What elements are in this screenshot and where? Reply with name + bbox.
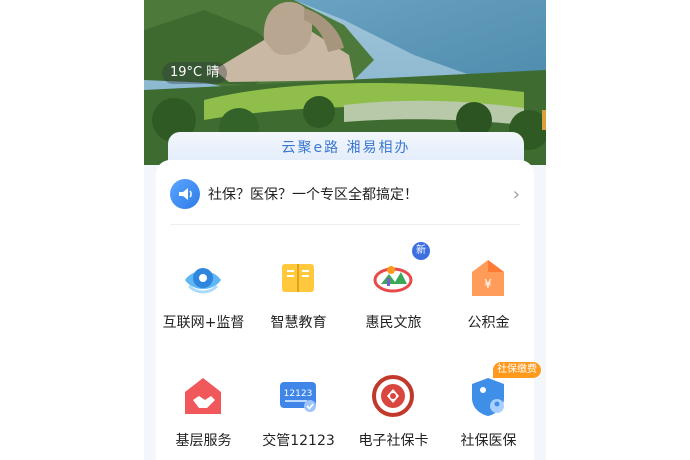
- service-label: 基层服务: [175, 433, 232, 449]
- social-security-card-icon: [371, 374, 415, 418]
- phone-screen: 19°C 晴 云聚e路 湘易相办 社保？医保？一个专区全都搞定！ › 互联网+监…: [144, 0, 546, 460]
- service-smart-education[interactable]: 智慧教育: [251, 236, 346, 346]
- eye-shield-icon: [181, 256, 225, 300]
- service-label: 互联网+监督: [162, 315, 245, 331]
- service-medical-insurance[interactable]: 社保缴费 社保医保: [441, 354, 541, 460]
- weather-widget: 19°C 晴: [162, 62, 228, 84]
- divider: [170, 224, 520, 225]
- svg-text:¥: ¥: [484, 277, 492, 291]
- services-card: 社保？医保？一个专区全都搞定！ › 互联网+监督 智慧教育 新 惠民文旅 ¥ 公…: [156, 160, 541, 460]
- service-label: 公积金: [467, 315, 510, 331]
- service-label: 惠民文旅: [365, 315, 422, 331]
- service-grassroots[interactable]: 基层服务: [156, 354, 251, 460]
- service-internet-supervision[interactable]: 互联网+监督: [156, 236, 251, 346]
- service-traffic-12123[interactable]: 12123 交管12123: [251, 354, 346, 460]
- service-e-social-security-card[interactable]: 电子社保卡: [346, 354, 441, 460]
- service-culture-tourism[interactable]: 新 惠民文旅: [346, 236, 441, 346]
- service-label: 电子社保卡: [358, 433, 429, 449]
- book-icon: [276, 256, 320, 300]
- speaker-icon: [170, 179, 200, 209]
- culture-tourism-icon: [371, 256, 415, 300]
- notice-text: 社保？医保？一个专区全都搞定！: [208, 187, 418, 203]
- housing-fund-icon: ¥: [466, 256, 510, 300]
- medical-insurance-shield-icon: [466, 374, 510, 418]
- notice-bar[interactable]: 社保？医保？一个专区全都搞定！ ›: [170, 176, 520, 212]
- traffic-icon-text: 12123: [284, 389, 313, 399]
- chevron-right-icon: ›: [512, 183, 520, 205]
- handshake-house-icon: [181, 374, 225, 418]
- service-label: 智慧教育: [270, 315, 327, 331]
- social-security-payment-badge: 社保缴费: [493, 362, 541, 378]
- service-label: 交管12123: [262, 433, 335, 449]
- service-label: 社保医保: [460, 433, 517, 449]
- service-housing-fund[interactable]: ¥ 公积金: [441, 236, 536, 346]
- new-badge: 新: [412, 242, 430, 260]
- traffic-12123-icon: 12123: [276, 374, 320, 418]
